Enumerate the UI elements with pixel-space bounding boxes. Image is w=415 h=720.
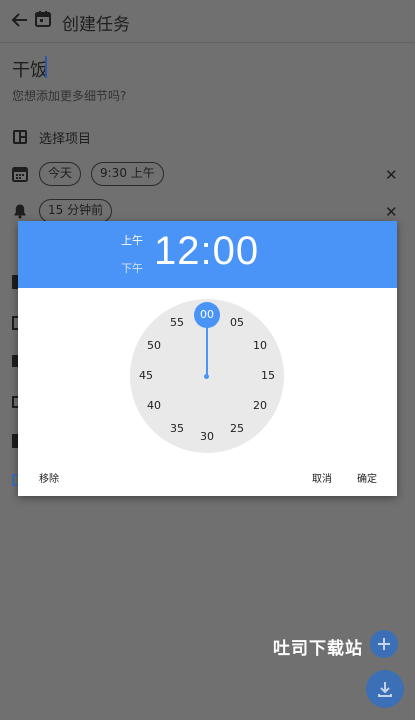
pm-toggle[interactable]: 下午: [121, 260, 143, 276]
minute-55[interactable]: 55: [165, 316, 189, 329]
time-display[interactable]: 12:00: [154, 229, 259, 274]
task-title-input[interactable]: 干饭: [12, 56, 48, 82]
project-icon: [12, 129, 28, 145]
am-toggle[interactable]: 上午: [121, 232, 143, 248]
plus-icon: [378, 638, 390, 650]
minute-25[interactable]: 25: [225, 422, 249, 435]
time-chip[interactable]: 9:30 上午: [91, 162, 164, 186]
calendar-icon[interactable]: [34, 10, 52, 28]
time-picker-dialog: 上午 下午 12:00 00 05 10 15 20 25 30 35 40 4…: [18, 221, 397, 496]
task-details-hint[interactable]: 您想添加更多细节吗?: [12, 87, 126, 104]
reminder-chip[interactable]: 15 分钟前: [39, 199, 113, 223]
ok-button[interactable]: 确定: [357, 470, 377, 485]
time-picker-header: 上午 下午 12:00: [18, 221, 397, 288]
bell-icon: [12, 203, 28, 219]
minute-05[interactable]: 05: [225, 316, 249, 329]
clear-reminder-button[interactable]: ✕: [385, 203, 398, 221]
select-project[interactable]: 选择项目: [39, 128, 91, 147]
minute-00[interactable]: 00: [195, 308, 219, 321]
toolbar-divider: [0, 42, 415, 43]
minute-35[interactable]: 35: [165, 422, 189, 435]
minute-20[interactable]: 20: [248, 399, 272, 412]
clock-center: [204, 374, 209, 379]
date-chip[interactable]: 今天: [39, 162, 82, 186]
minute-40[interactable]: 40: [142, 399, 166, 412]
page-title: 创建任务: [62, 15, 130, 35]
minute-50[interactable]: 50: [142, 339, 166, 352]
download-button[interactable]: [366, 670, 404, 708]
cancel-button[interactable]: 取消: [312, 470, 332, 485]
remove-button[interactable]: 移除: [39, 470, 59, 485]
clear-date-button[interactable]: ✕: [385, 166, 398, 184]
minute-15[interactable]: 15: [256, 369, 280, 382]
watermark-text: 吐司下载站: [273, 639, 363, 659]
toolbar: 创建任务: [0, 0, 415, 42]
text-cursor: [45, 56, 47, 78]
minute-10[interactable]: 10: [248, 339, 272, 352]
add-button[interactable]: [370, 630, 398, 658]
arrow-left-icon[interactable]: [8, 8, 32, 32]
calendar-icon: [12, 166, 28, 182]
minute-30[interactable]: 30: [195, 430, 219, 443]
clock-face[interactable]: 00 05 10 15 20 25 30 35 40 45 50 55: [130, 299, 284, 453]
download-icon: [378, 682, 392, 697]
minute-45[interactable]: 45: [134, 369, 158, 382]
